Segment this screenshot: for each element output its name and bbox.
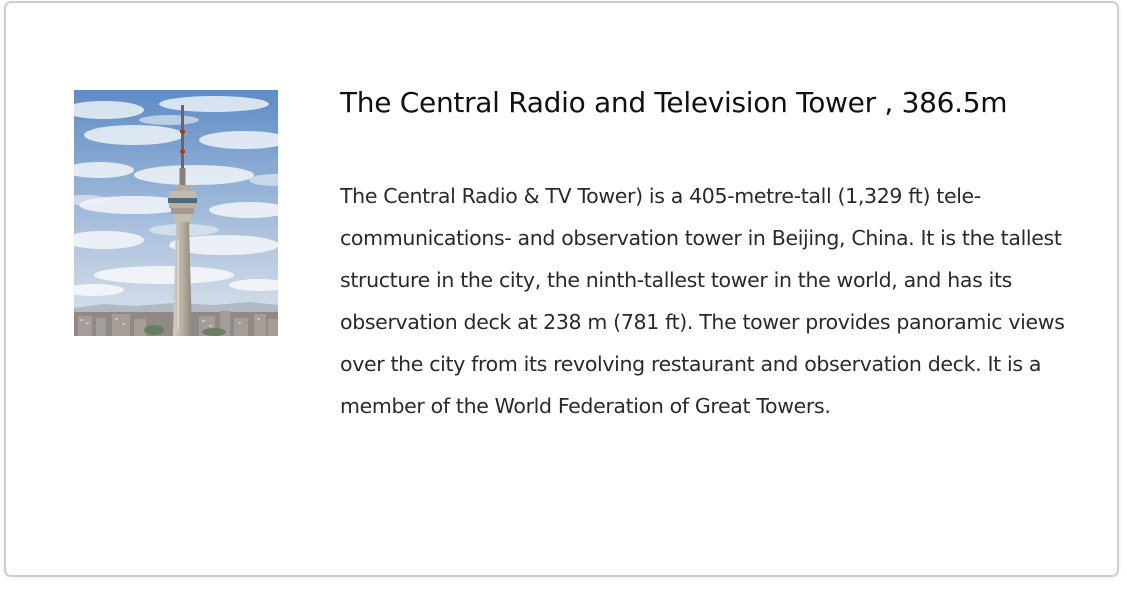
card-title: The Central Radio and Television Tower ,… bbox=[340, 86, 1008, 119]
tower-info-card: The Central Radio and Television Tower ,… bbox=[4, 1, 1119, 577]
tower-photo bbox=[74, 90, 278, 336]
tower-photo-illustration bbox=[74, 90, 278, 336]
card-description: The Central Radio & TV Tower) is a 405-m… bbox=[340, 184, 1065, 418]
